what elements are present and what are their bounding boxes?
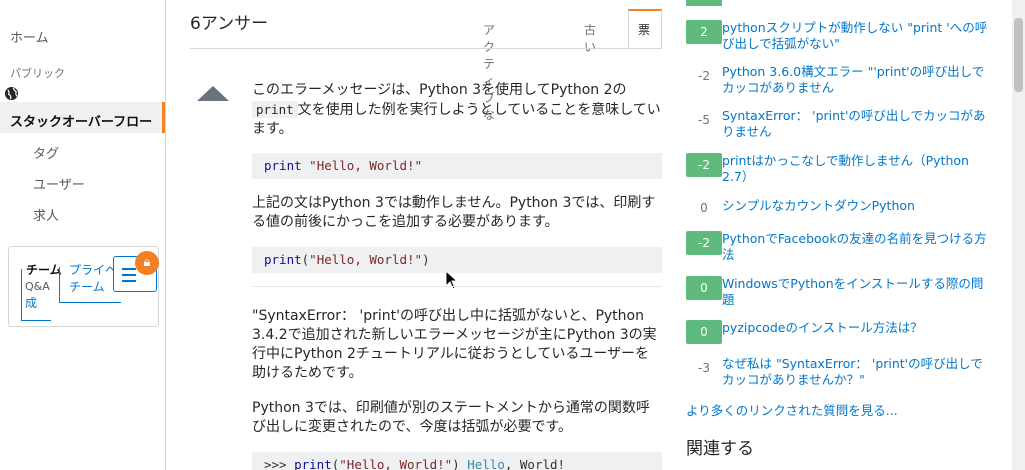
- nav-users[interactable]: ユーザー: [33, 174, 85, 193]
- tab-oldest[interactable]: 古い: [584, 9, 596, 54]
- linked-question-link[interactable]: なぜ私は "SyntaxError： 'print'の呼び出しでカッコがありませ…: [722, 356, 992, 388]
- para1-text-a: このエラーメッセージは、Python 3を使用してPython 2の: [252, 82, 627, 98]
- nav-stackoverflow[interactable]: スタックオーバーフロー: [0, 102, 165, 133]
- scrollbar-thumb[interactable]: [1014, 18, 1023, 92]
- code-string: "Hello, World!": [339, 457, 453, 470]
- upvote-arrow-icon[interactable]: [197, 86, 229, 101]
- lock-icon: 🔒︎: [135, 251, 159, 275]
- cut-off-score-badge: [686, 0, 722, 6]
- answers-count: 6アンサー: [190, 14, 269, 34]
- nav-tags[interactable]: タグ: [33, 143, 59, 162]
- code-keyword: print: [264, 252, 302, 267]
- answer-paragraph-1: このエラーメッセージは、Python 3を使用してPython 2の print…: [252, 81, 662, 139]
- nav-public-label: パブリック: [10, 67, 65, 80]
- answer-paragraph-2: 上記の文はPython 3では動作しません。Python 3では、印刷する値の前…: [252, 195, 656, 230]
- code-prompt: >>>: [264, 457, 295, 470]
- code-block-1: print "Hello, World!": [252, 153, 662, 179]
- code-keyword: print: [294, 457, 332, 470]
- score-badge: -3: [698, 361, 710, 375]
- nav-jobs[interactable]: 求人: [33, 205, 59, 224]
- score-badge: -5: [698, 113, 710, 127]
- teams-promo[interactable]: チーム Q&A 成 プライベ チーム 🔒︎: [8, 246, 159, 327]
- teams-private-label: プライベ: [69, 263, 118, 277]
- code-paren: ): [422, 252, 430, 267]
- code-paren: ): [452, 457, 460, 470]
- code-string: "Hello, World!": [309, 252, 423, 267]
- tab-active[interactable]: アクティブな: [483, 9, 495, 122]
- left-sidebar: ホーム パブリック スタックオーバーフロー タグ ユーザー 求人 チーム Q&A…: [0, 0, 166, 470]
- code-output: , World!: [504, 457, 566, 470]
- linked-question-link[interactable]: pyzipcodeのインストール方法は？: [722, 320, 992, 336]
- globe-icon: [4, 86, 19, 101]
- linked-question-link[interactable]: シンプルなカウントダウンPython: [722, 198, 992, 214]
- teams-qa: Q&A: [25, 280, 50, 293]
- code-string: "Hello, World!": [309, 158, 423, 173]
- score-badge: 0: [700, 201, 708, 215]
- para1-text-b: 文を使用した例を実行しようとしていることを意味しています。: [252, 102, 661, 137]
- answer-paragraph-4: Python 3では、印刷値が別のステートメントから通常の関数呼び出しに変更され…: [252, 400, 650, 435]
- linked-question-link[interactable]: printはかっこなしで動作しません（Python 2.7）: [722, 153, 992, 185]
- score-badge: -2: [686, 153, 722, 177]
- mouse-cursor-icon: [445, 270, 459, 290]
- tab-divider: [190, 48, 662, 49]
- linked-question-link[interactable]: Python 3.6.0構文エラー "'print'の呼び出しでカッコがありませ…: [722, 64, 992, 96]
- code-keyword: print: [264, 158, 302, 173]
- answers-section: 6アンサー アクティブな 古い 票 このエラーメッセージは、Python 3を使…: [166, 0, 672, 470]
- teams-create-link[interactable]: 成: [25, 294, 37, 311]
- more-linked-questions-link[interactable]: より多くのリンクされた質問を見る...: [686, 400, 898, 419]
- answer-paragraph-3: "SyntaxError： 'print'の呼び出し中に括弧がないと、Pytho…: [252, 308, 657, 381]
- score-badge: 0: [686, 276, 722, 300]
- code-block-3: >>> print("Hello, World!") Hello, World!: [252, 452, 662, 470]
- linked-questions-sidebar: 2 pythonスクリプトが動作しない "print 'への呼び出しで括弧がない…: [672, 0, 1012, 470]
- nav-home[interactable]: ホーム: [10, 27, 49, 46]
- linked-question-link[interactable]: WindowsでPythonをインストールする際の問題: [722, 276, 992, 308]
- linked-question-link[interactable]: SyntaxError： 'print'の呼び出しでカッコがありません: [722, 108, 992, 140]
- linked-question-link[interactable]: pythonスクリプトが動作しない "print 'への呼び出しで括弧がない": [722, 20, 992, 52]
- answer-separator: [252, 286, 662, 287]
- score-badge: -2: [686, 231, 722, 255]
- related-heading: 関連する: [686, 439, 754, 459]
- tab-votes[interactable]: 票: [628, 9, 662, 49]
- linked-question-link[interactable]: PythonでFacebookの友達の名前を見つける方法: [722, 231, 992, 263]
- code-output: Hello: [459, 457, 505, 470]
- score-badge: 0: [686, 320, 722, 344]
- score-badge: 2: [686, 20, 722, 44]
- score-badge: -2: [698, 69, 710, 83]
- inline-code-print: print: [252, 101, 298, 118]
- teams-team-label: チーム: [69, 280, 105, 294]
